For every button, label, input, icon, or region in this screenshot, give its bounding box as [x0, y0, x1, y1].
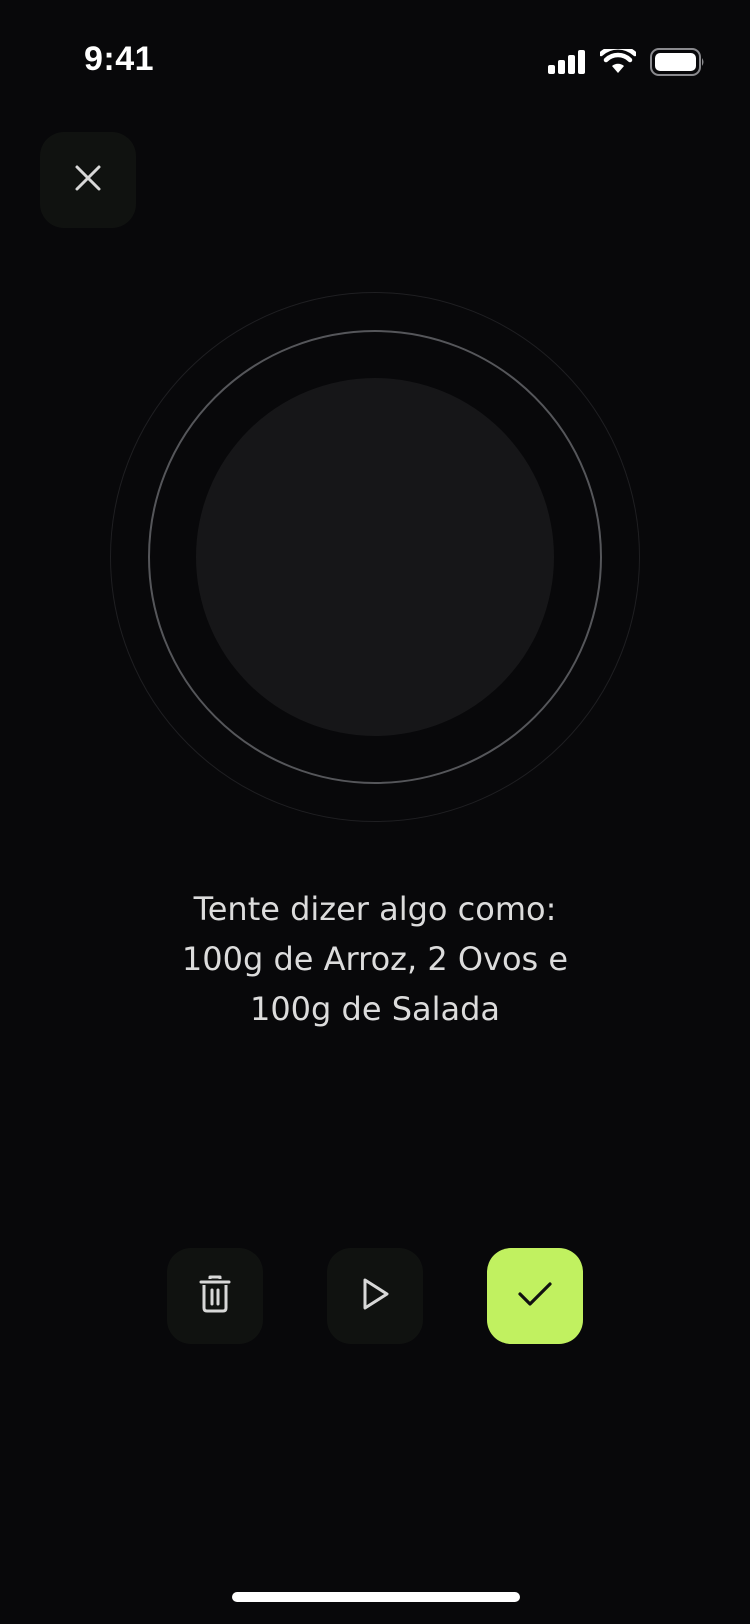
- voice-recorder-visualizer[interactable]: [110, 292, 640, 822]
- confirm-button[interactable]: [487, 1248, 583, 1344]
- recorder-core[interactable]: [196, 378, 554, 736]
- wifi-icon: [598, 45, 638, 80]
- hint-line-3: 100g de Salada: [249, 990, 501, 1028]
- action-bar: [0, 1248, 750, 1344]
- play-button[interactable]: [327, 1248, 423, 1344]
- trash-icon: [198, 1275, 232, 1318]
- battery-icon: [650, 48, 706, 81]
- close-button[interactable]: [40, 132, 136, 228]
- check-icon: [517, 1280, 553, 1313]
- hint-line-2: 100g de Arroz, 2 Ovos e: [181, 940, 569, 978]
- delete-button[interactable]: [167, 1248, 263, 1344]
- hint-text: Tente dizer algo como: 100g de Arroz, 2 …: [0, 884, 750, 1034]
- status-icons: [548, 45, 706, 81]
- cellular-signal-icon: [548, 50, 586, 79]
- close-icon: [73, 163, 103, 198]
- status-time: 9:41: [84, 40, 155, 78]
- play-icon: [360, 1277, 390, 1316]
- status-bar: 9:41: [0, 0, 750, 100]
- hint-line-1: Tente dizer algo como:: [193, 890, 557, 928]
- home-indicator[interactable]: [232, 1592, 520, 1602]
